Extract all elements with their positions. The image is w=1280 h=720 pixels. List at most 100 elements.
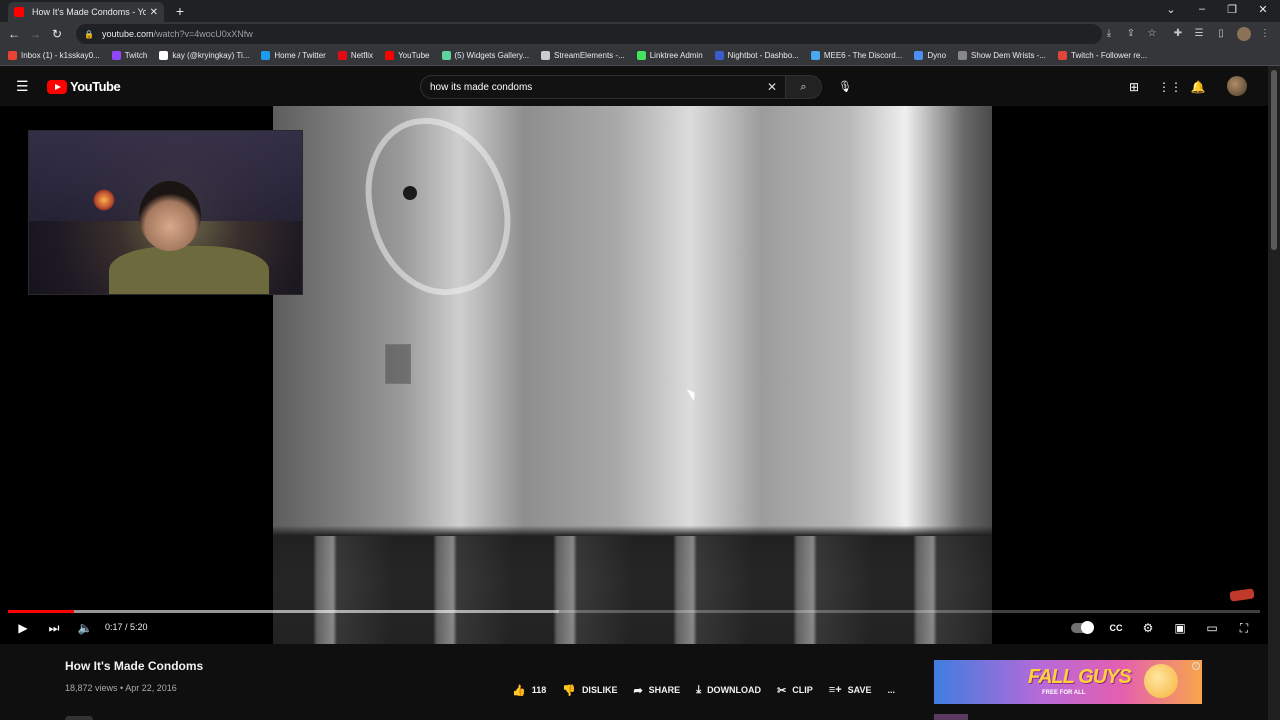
bookmark-label: Twitch - Follower re... <box>1071 51 1148 60</box>
channel-watermark[interactable] <box>1229 588 1255 602</box>
bookmark-label: kay (@kryingkay) Ti... <box>172 51 250 60</box>
bookmark-item[interactable]: Dyno <box>914 51 946 60</box>
settings-gear-icon[interactable]: ⚙ <box>1138 620 1158 636</box>
bookmark-favicon-icon <box>159 51 169 60</box>
user-avatar[interactable] <box>1227 76 1247 96</box>
volume-icon[interactable]: 🔈 <box>75 620 95 636</box>
bookmark-item[interactable]: Netflix <box>337 51 373 60</box>
bookmark-label: Dyno <box>927 51 947 60</box>
ad-subtitle: FREE FOR ALL <box>1042 690 1086 696</box>
bookmark-item[interactable]: (5) Widgets Gallery... <box>441 51 529 60</box>
bookmark-item[interactable]: MEE6 - The Discord... <box>810 51 903 60</box>
notifications-bell-icon[interactable]: 🔔 <box>1190 79 1206 95</box>
webcam-lamp <box>93 189 115 211</box>
download-button[interactable]: ⤓ DOWNLOAD <box>696 684 761 697</box>
back-icon[interactable]: ← <box>6 26 22 42</box>
browser-tab[interactable]: How It's Made Condoms - YouTube ✕ <box>8 2 164 22</box>
video-meta: 18,872 views • Apr 22, 2016 <box>65 683 177 693</box>
bookmark-label: Linktree Admin <box>649 51 703 60</box>
miniplayer-icon[interactable]: ▣ <box>1170 620 1190 636</box>
restore-icon[interactable]: ❐ <box>1224 3 1240 16</box>
bookmark-item[interactable]: StreamElements -... <box>541 51 625 60</box>
tab-title: How It's Made Condoms - YouTube <box>32 7 146 17</box>
save-button[interactable]: ≡+ SAVE <box>829 684 872 696</box>
lock-icon: 🔒 <box>84 29 94 39</box>
bookmark-item[interactable]: Twitch <box>111 51 147 60</box>
more-actions-button[interactable]: ... <box>887 685 895 695</box>
bookmark-item[interactable]: Twitch - Follower re... <box>1058 51 1147 60</box>
seek-bar[interactable] <box>8 610 1260 613</box>
next-video-thumbnail[interactable] <box>934 714 968 720</box>
ad-info-icon[interactable]: i <box>1192 662 1200 670</box>
download-label: DOWNLOAD <box>707 685 762 695</box>
thumbs-up-icon: 👍 <box>512 684 526 697</box>
install-app-icon[interactable]: ⤓ <box>1102 27 1116 41</box>
theater-mode-icon[interactable]: ▭ <box>1202 620 1222 636</box>
bookmark-favicon-icon <box>385 51 395 60</box>
ad-title: FALL GUYS <box>1028 666 1132 688</box>
close-window-icon[interactable]: ✕ <box>1255 3 1271 16</box>
minimize-icon[interactable]: – <box>1194 3 1210 15</box>
hamburger-menu-icon[interactable]: ☰ <box>16 78 32 94</box>
create-video-icon[interactable]: ⊞ <box>1126 79 1142 95</box>
channel-avatar[interactable] <box>65 716 93 720</box>
bookmark-item[interactable]: Show Dem Wrists -... <box>958 51 1046 60</box>
reload-icon[interactable]: ↻ <box>49 26 65 42</box>
ad-banner[interactable]: FALL GUYS FREE FOR ALL i <box>934 660 1202 704</box>
scissors-icon: ✂ <box>777 684 787 697</box>
youtube-favicon-icon <box>14 7 24 17</box>
extensions-puzzle-icon[interactable]: ✚ <box>1171 27 1185 41</box>
autoplay-toggle[interactable] <box>1071 621 1094 634</box>
scrollbar-thumb[interactable] <box>1271 70 1277 250</box>
share-label: SHARE <box>648 685 681 695</box>
share-button[interactable]: ➦ SHARE <box>633 684 680 697</box>
youtube-logo-text: YouTube <box>70 79 121 94</box>
bookmark-item[interactable]: YouTube <box>385 51 430 60</box>
webcam-person-body <box>109 246 269 294</box>
voice-search-mic-icon[interactable]: 🎙 <box>834 75 856 99</box>
profile-avatar[interactable] <box>1237 27 1251 41</box>
search-input[interactable]: how its made condoms ✕ <box>420 75 786 99</box>
bookmark-star-icon[interactable]: ☆ <box>1145 27 1159 41</box>
search-button[interactable]: ⌕ <box>786 75 822 99</box>
fullscreen-icon[interactable]: ⛶ <box>1234 620 1254 636</box>
play-icon[interactable]: ▶ <box>13 620 33 636</box>
share-page-icon[interactable]: ⇪ <box>1124 27 1138 41</box>
bookmark-favicon-icon <box>337 51 347 60</box>
next-video-icon[interactable]: ⏭ <box>44 620 64 636</box>
bookmark-item[interactable]: Linktree Admin <box>636 51 703 60</box>
bookmark-item[interactable]: Home / Twitter <box>261 51 326 60</box>
dislike-button[interactable]: 👎 DISLIKE <box>562 684 617 697</box>
reading-list-icon[interactable]: ☰ <box>1192 27 1206 41</box>
kebab-menu-icon[interactable]: ⋮ <box>1258 27 1272 41</box>
like-count: 118 <box>531 685 547 695</box>
like-button[interactable]: 👍 118 <box>512 684 546 697</box>
url-field[interactable]: 🔒 youtube.com/watch?v=4wocU0xXNfw <box>76 24 1102 44</box>
forward-icon[interactable]: → <box>27 26 43 42</box>
clip-label: CLIP <box>792 685 813 695</box>
subtitles-cc-icon[interactable]: CC <box>1106 620 1126 636</box>
tab-search-icon[interactable]: ⌄ <box>1163 3 1179 16</box>
video-player[interactable]: ▶ ⏭ 🔈 0:17 / 5:20 CC ⚙ ▣ ▭ ⛶ <box>0 106 1268 644</box>
new-tab-button[interactable]: + <box>172 2 188 20</box>
bookmark-label: Show Dem Wrists -... <box>971 51 1047 60</box>
video-frame[interactable] <box>273 106 992 644</box>
bookmark-label: MEE6 - The Discord... <box>823 51 903 60</box>
tank-latch <box>385 344 411 384</box>
bookmark-favicon-icon <box>261 51 271 60</box>
share-arrow-icon: ➦ <box>633 684 643 697</box>
side-panel-icon[interactable]: ▯ <box>1214 27 1228 41</box>
apps-grid-icon[interactable]: ⋮⋮ <box>1158 79 1182 95</box>
youtube-logo[interactable]: YouTube <box>47 79 121 94</box>
bookmark-item[interactable]: Nightbot - Dashbo... <box>714 51 799 60</box>
address-bar-row: ← → ↻ 🔒 youtube.com/watch?v=4wocU0xXNfw … <box>0 22 1280 46</box>
bookmark-item[interactable]: kay (@kryingkay) Ti... <box>159 51 249 60</box>
bookmark-item[interactable]: Inbox (1) - k1sskay0... <box>8 51 100 60</box>
bookmark-favicon-icon <box>1058 51 1068 60</box>
bookmark-label: Nightbot - Dashbo... <box>727 51 799 60</box>
bookmark-favicon-icon <box>914 51 924 60</box>
clip-button[interactable]: ✂ CLIP <box>777 684 813 697</box>
clear-search-icon[interactable]: ✕ <box>767 80 777 94</box>
close-tab-icon[interactable]: ✕ <box>150 7 158 18</box>
tank-hatch <box>350 106 526 309</box>
